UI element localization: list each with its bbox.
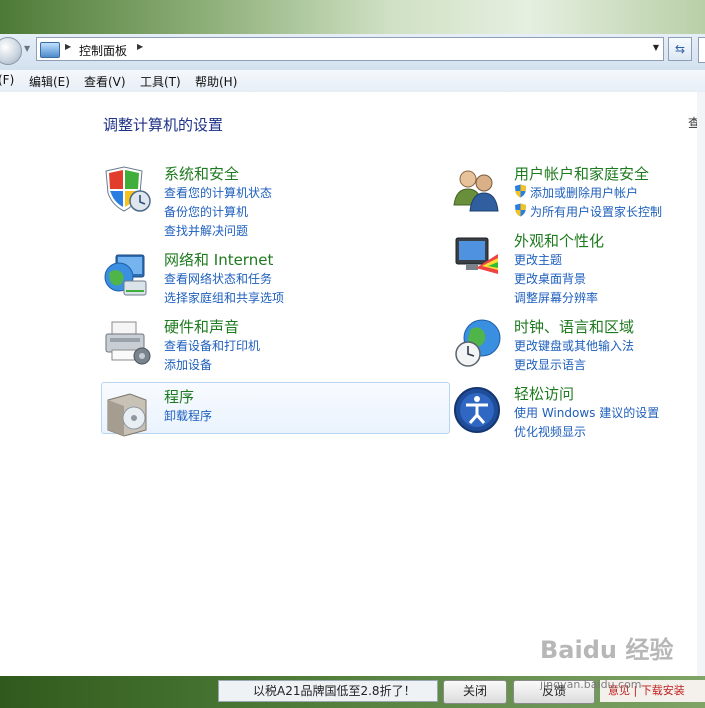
printer-icon[interactable] xyxy=(102,318,152,368)
address-bar[interactable]: ▶ 控制面板 ▶ ▼ xyxy=(36,37,664,61)
control-panel-window: ▼ ▶ 控制面板 ▶ ▼ ⇆ (F) 编辑(E) 查看(V) 工具(T) 帮助(… xyxy=(0,34,705,676)
main-content: 调整计算机的设置 查看 系统和安全 查看您的计算机状态 备份您的计算机 查找并解… xyxy=(0,92,705,676)
uac-shield-icon xyxy=(515,184,526,198)
close-button[interactable]: 关闭 xyxy=(443,680,507,704)
breadcrumb-control-panel[interactable]: 控制面板 xyxy=(79,42,127,59)
page-title: 调整计算机的设置 xyxy=(103,116,224,134)
menu-tools[interactable]: 工具(T) xyxy=(140,73,181,90)
window-edge xyxy=(697,92,705,676)
clock-globe-icon[interactable] xyxy=(452,318,502,368)
category-title[interactable]: 网络和 Internet xyxy=(164,249,273,270)
menu-file[interactable]: (F) xyxy=(0,73,14,87)
breadcrumb-arrow-icon[interactable]: ▶ xyxy=(65,42,71,51)
address-dropdown-icon[interactable]: ▼ xyxy=(653,43,659,52)
uac-shield-icon xyxy=(515,203,526,217)
link-parental-controls[interactable]: 为所有用户设置家长控制 xyxy=(530,203,662,220)
ease-of-access-icon[interactable] xyxy=(452,385,502,435)
history-dropdown-icon[interactable]: ▼ xyxy=(24,44,30,53)
link-devices-printers[interactable]: 查看设备和打印机 xyxy=(164,337,260,354)
link-optimize-display[interactable]: 优化视频显示 xyxy=(514,423,586,440)
breadcrumb-arrow-icon[interactable]: ▶ xyxy=(137,42,143,51)
link-add-remove-accounts[interactable]: 添加或删除用户帐户 xyxy=(530,184,638,201)
menu-bar: (F) 编辑(E) 查看(V) 工具(T) 帮助(H) xyxy=(0,70,705,93)
category-title[interactable]: 外观和个性化 xyxy=(514,230,604,251)
category-title[interactable]: 轻松访问 xyxy=(514,383,574,404)
search-input[interactable] xyxy=(698,37,705,63)
menu-view[interactable]: 查看(V) xyxy=(84,73,126,90)
menu-edit[interactable]: 编辑(E) xyxy=(29,73,70,90)
link-troubleshoot[interactable]: 查找并解决问题 xyxy=(164,222,248,239)
baidu-watermark-url: jingyan.baidu.com xyxy=(540,678,642,691)
programs-box-icon[interactable] xyxy=(102,388,152,438)
menu-help[interactable]: 帮助(H) xyxy=(195,73,237,90)
network-globe-icon[interactable] xyxy=(102,251,152,301)
security-shield-icon[interactable] xyxy=(102,165,152,215)
link-change-keyboard-input[interactable]: 更改键盘或其他输入法 xyxy=(514,337,634,354)
category-title[interactable]: 硬件和声音 xyxy=(164,316,239,337)
link-homegroup-sharing[interactable]: 选择家庭组和共享选项 xyxy=(164,289,284,306)
monitor-palette-icon[interactable] xyxy=(452,232,502,282)
link-change-display-language[interactable]: 更改显示语言 xyxy=(514,356,586,373)
baidu-watermark-logo: Baidu 经验 xyxy=(540,636,674,664)
link-change-desktop-background[interactable]: 更改桌面背景 xyxy=(514,270,586,287)
control-panel-icon xyxy=(40,42,60,58)
link-view-computer-status[interactable]: 查看您的计算机状态 xyxy=(164,184,272,201)
category-title[interactable]: 时钟、语言和区域 xyxy=(514,316,634,337)
link-recommended-settings[interactable]: 使用 Windows 建议的设置 xyxy=(514,404,659,421)
selected-category-highlight xyxy=(101,382,450,434)
users-icon[interactable] xyxy=(452,165,502,215)
category-title[interactable]: 系统和安全 xyxy=(164,163,239,184)
navigation-bar: ▼ ▶ 控制面板 ▶ ▼ ⇆ xyxy=(0,34,705,70)
refresh-button[interactable]: ⇆ xyxy=(668,37,692,61)
back-button[interactable] xyxy=(0,37,22,65)
link-add-device[interactable]: 添加设备 xyxy=(164,356,212,373)
link-backup-computer[interactable]: 备份您的计算机 xyxy=(164,203,248,220)
category-title[interactable]: 程序 xyxy=(164,386,194,407)
link-change-theme[interactable]: 更改主题 xyxy=(514,251,562,268)
link-network-status[interactable]: 查看网络状态和任务 xyxy=(164,270,272,287)
category-title[interactable]: 用户帐户和家庭安全 xyxy=(514,163,649,184)
notification-text: 以税A21品牌国低至2.8折了！ xyxy=(218,680,438,702)
link-adjust-resolution[interactable]: 调整屏幕分辨率 xyxy=(514,289,598,306)
link-uninstall-program[interactable]: 卸载程序 xyxy=(164,407,212,424)
